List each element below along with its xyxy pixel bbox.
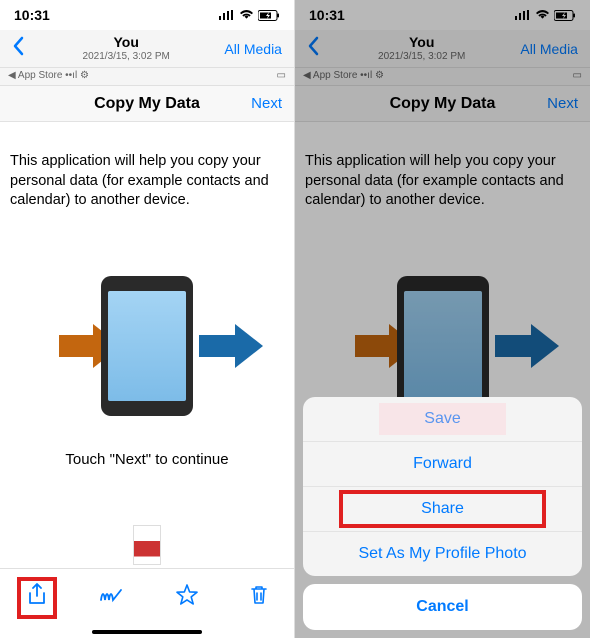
sheet-cancel[interactable]: Cancel <box>303 584 582 630</box>
sheet-share-label: Share <box>421 500 464 517</box>
screen-left: 10:31 You 2021/3/15, 3:02 PM All Media ◀… <box>0 0 295 638</box>
sheet-set-photo[interactable]: Set As My Profile Photo <box>303 532 582 576</box>
status-bar: 10:31 <box>0 0 294 30</box>
nav-header: You 2021/3/15, 3:02 PM All Media <box>0 30 294 68</box>
star-icon[interactable] <box>167 575 207 621</box>
next-button[interactable]: Next <box>251 95 282 112</box>
save-highlight <box>379 403 506 435</box>
appstore-label: App Store <box>18 70 62 81</box>
sheet-forward[interactable]: Forward <box>303 442 582 487</box>
sheet-share[interactable]: Share <box>303 487 582 532</box>
action-sheet: Save Forward Share Set As My Profile Pho… <box>303 397 582 630</box>
toolbar <box>0 568 294 638</box>
thumbnail-strip[interactable] <box>0 522 294 568</box>
all-media-link[interactable]: All Media <box>224 41 286 57</box>
thumbnail[interactable] <box>133 525 161 565</box>
page-title: Copy My Data <box>94 95 200 113</box>
nav-subtitle: 2021/3/15, 3:02 PM <box>83 51 170 62</box>
scribble-icon[interactable] <box>91 578 133 618</box>
nav-center: You 2021/3/15, 3:02 PM <box>83 35 170 61</box>
home-indicator[interactable] <box>92 630 202 634</box>
phone-screen-icon <box>108 291 186 401</box>
sheet-save[interactable]: Save <box>303 397 582 442</box>
status-time: 10:31 <box>14 7 50 23</box>
sheet-group: Save Forward Share Set As My Profile Pho… <box>303 397 582 576</box>
screen-right: 10:31 You 2021/3/15, 3:02 PM All Media <box>295 0 590 638</box>
status-indicators <box>219 10 280 21</box>
trash-icon[interactable] <box>241 575 277 621</box>
phone-body-icon <box>101 276 193 416</box>
appstore-back-row[interactable]: ◀ App Store ••ıl ⚙ ▭ <box>0 68 294 86</box>
nav-title: You <box>83 35 170 50</box>
share-icon[interactable] <box>17 577 57 619</box>
continue-text: Touch "Next" to continue <box>0 451 294 468</box>
page-header: Copy My Data Next <box>0 86 294 122</box>
back-button[interactable] <box>8 36 28 62</box>
intro-text: This application will help you copy your… <box>0 122 294 221</box>
phone-illustration <box>67 271 227 421</box>
